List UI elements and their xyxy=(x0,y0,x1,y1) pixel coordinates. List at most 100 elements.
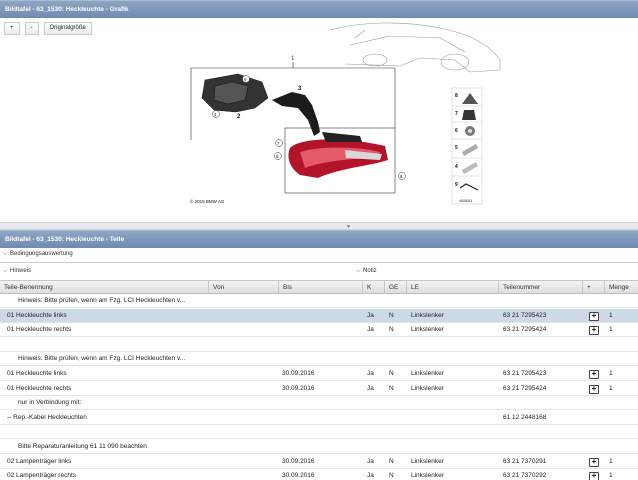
cell-teilenummer: 61 12 2448168 xyxy=(503,413,547,421)
part-row[interactable]: 01 Heckleuchte rechts 30.09.2016 Ja N Linksl… xyxy=(0,382,638,396)
parts-diagram: 1 9 4 2 3 7 8 6 © 2015 BMW AG 8 7 6 5 4 … xyxy=(0,18,638,222)
add-to-cart-button[interactable]: + xyxy=(589,326,599,336)
col-bis[interactable]: Bis xyxy=(278,281,362,294)
cell-k: Ja xyxy=(367,311,374,319)
chevron-down-icon: ⌵ xyxy=(3,268,8,274)
parts-table-header: Teile-Benennung Von Bis K GE LE Teilenum… xyxy=(0,280,638,294)
col-teilenummer[interactable]: Teilenummer xyxy=(498,281,582,294)
note-row: Hinweis: Bitte prüfen, wenn am Fzg. LCI … xyxy=(0,294,638,308)
cell-menge: 1 xyxy=(609,457,613,465)
cell-name: 01 Heckleuchte rechts xyxy=(7,384,72,392)
col-k[interactable]: K xyxy=(362,281,384,294)
col-plus[interactable]: + xyxy=(582,281,604,294)
add-to-cart-button[interactable]: + xyxy=(589,457,599,467)
callout-1[interactable]: 1 xyxy=(291,56,295,62)
svg-text:5: 5 xyxy=(455,145,458,151)
cell-name: -- Rep.-Kabel Heckleuchten xyxy=(7,413,87,421)
add-to-cart-button[interactable]: + xyxy=(589,384,599,394)
col-von[interactable]: Von xyxy=(208,281,278,294)
cell-name: 02 Lampenträger links xyxy=(7,457,72,465)
graphic-panel-header: Bildtafel - 63_1530: Heckleuchte - Grafi… xyxy=(0,0,638,18)
col-ge[interactable]: GE xyxy=(384,281,406,294)
note-text: Bitte Reparaturanleitung 61 11 090 beach… xyxy=(18,443,147,450)
car-outline xyxy=(329,22,501,73)
add-to-cart-button[interactable]: + xyxy=(589,370,599,379)
cell-menge: 1 xyxy=(609,311,613,319)
panel-splitter[interactable]: ▼ xyxy=(0,222,638,230)
cell-k: Ja xyxy=(367,457,374,465)
hinweis-label: Hinweis xyxy=(10,268,32,274)
note-row: nur in Verbindung mit: xyxy=(0,396,638,411)
cell-le: Linkslenker xyxy=(411,457,444,465)
cell-k: Ja xyxy=(367,370,374,377)
bedingungsauswertung-label: Bedingungsauswertung xyxy=(10,251,73,257)
cell-name: 01 Heckleuchte rechts xyxy=(7,326,72,334)
notiz-toggle[interactable]: ⌵ Notiz xyxy=(356,265,377,277)
image-number: 465651 xyxy=(459,198,473,203)
zoom-out-button[interactable]: - xyxy=(24,22,39,35)
cell-ge: N xyxy=(389,457,394,465)
cell-teilenummer: 63 21 7370291 xyxy=(503,457,547,465)
cell-teilenummer: 63 21 7295424 xyxy=(503,326,547,334)
chevron-down-icon: ⌵ xyxy=(3,251,8,257)
cell-le: Linkslenker xyxy=(411,472,444,480)
cell-name: 01 Heckleuchte links xyxy=(7,370,67,377)
graphic-toolbar: + - Originalgröße xyxy=(4,22,92,36)
part-row[interactable]: 02 Lampenträger links 30.09.2016 Ja N Linksl… xyxy=(0,455,638,469)
col-teile-benennung[interactable]: Teile-Benennung xyxy=(0,281,208,294)
cell-le: Linkslenker xyxy=(411,311,444,319)
part-row[interactable]: -- Rep.-Kabel Heckleuchten 61 12 2448168 xyxy=(0,411,638,425)
empty-row xyxy=(0,338,638,352)
cell-ge: N xyxy=(389,384,394,392)
col-le[interactable]: LE xyxy=(406,281,498,294)
note-text: nur in Verbindung mit: xyxy=(18,399,82,407)
cell-ge: N xyxy=(389,472,394,480)
svg-text:6: 6 xyxy=(455,128,458,134)
cell-teilenummer: 63 21 7295423 xyxy=(503,311,547,319)
cell-bis: 30.09.2016 xyxy=(282,457,315,465)
chevron-down-icon: ⌵ xyxy=(356,268,361,274)
part-row[interactable]: 01 Heckleuchte links 30.09.2016 Ja N Linksle… xyxy=(0,367,638,381)
part-row[interactable]: 02 Lampenträger rechts 30.09.2016 Ja N Links… xyxy=(0,469,638,480)
original-size-button[interactable]: Originalgröße xyxy=(43,22,92,35)
svg-text:4: 4 xyxy=(455,164,458,170)
add-to-cart-button[interactable]: + xyxy=(589,311,599,321)
cell-teilenummer: 63 21 7295424 xyxy=(503,384,547,392)
divider xyxy=(0,262,638,263)
diagram-svg: 1 9 4 2 3 7 8 6 © 2015 BMW AG 8 7 6 5 4 … xyxy=(190,22,501,205)
svg-text:8: 8 xyxy=(455,93,458,99)
cell-ge: N xyxy=(389,311,394,319)
part-row[interactable]: 01 Heckleuchte rechts Ja N Linkslenker 63 21… xyxy=(0,323,638,338)
cell-bis: 30.09.2016 xyxy=(282,370,315,377)
cell-menge: 1 xyxy=(609,472,613,480)
empty-row xyxy=(0,425,638,440)
cell-teilenummer: 63 21 7370292 xyxy=(503,472,547,480)
zoom-in-button[interactable]: + xyxy=(4,22,20,35)
cell-ge: N xyxy=(389,326,394,334)
cell-k: Ja xyxy=(367,472,374,480)
note-row: Bitte Reparaturanleitung 61 11 090 beach… xyxy=(0,440,638,454)
cell-le: Linkslenker xyxy=(411,370,444,377)
cell-bis: 30.09.2016 xyxy=(282,384,315,392)
cell-ge: N xyxy=(389,370,394,377)
callout-3[interactable]: 3 xyxy=(298,86,302,92)
note-text: Hinweis: Bitte prüfen, wenn am Fzg. LCI … xyxy=(18,355,186,363)
cell-bis: 30.09.2016 xyxy=(282,472,315,480)
col-menge[interactable]: Menge xyxy=(604,281,638,294)
cell-k: Ja xyxy=(367,384,374,392)
bracket xyxy=(272,92,320,136)
cell-menge: 1 xyxy=(609,326,613,334)
tail-light xyxy=(288,132,388,178)
svg-text:7: 7 xyxy=(455,111,458,117)
callout-2[interactable]: 2 xyxy=(237,114,241,120)
parts-panel-header: Bildtafel - 63_1530: Heckleuchte - Teile xyxy=(0,230,638,248)
note-row: Hinweis: Bitte prüfen, wenn am Fzg. LCI … xyxy=(0,352,638,367)
copyright-text: © 2015 BMW AG xyxy=(190,198,225,204)
cell-name: 01 Heckleuchte links xyxy=(7,311,67,319)
hinweis-toggle[interactable]: ⌵ Hinweis xyxy=(3,265,31,277)
bedingungsauswertung-toggle[interactable]: ⌵ Bedingungsauswertung xyxy=(3,248,73,260)
cell-menge: 1 xyxy=(609,384,613,392)
add-to-cart-button[interactable]: + xyxy=(589,472,599,480)
svg-text:9: 9 xyxy=(455,182,458,188)
part-row[interactable]: 01 Heckleuchte links Ja N Linkslenker 63 21 … xyxy=(0,308,638,323)
